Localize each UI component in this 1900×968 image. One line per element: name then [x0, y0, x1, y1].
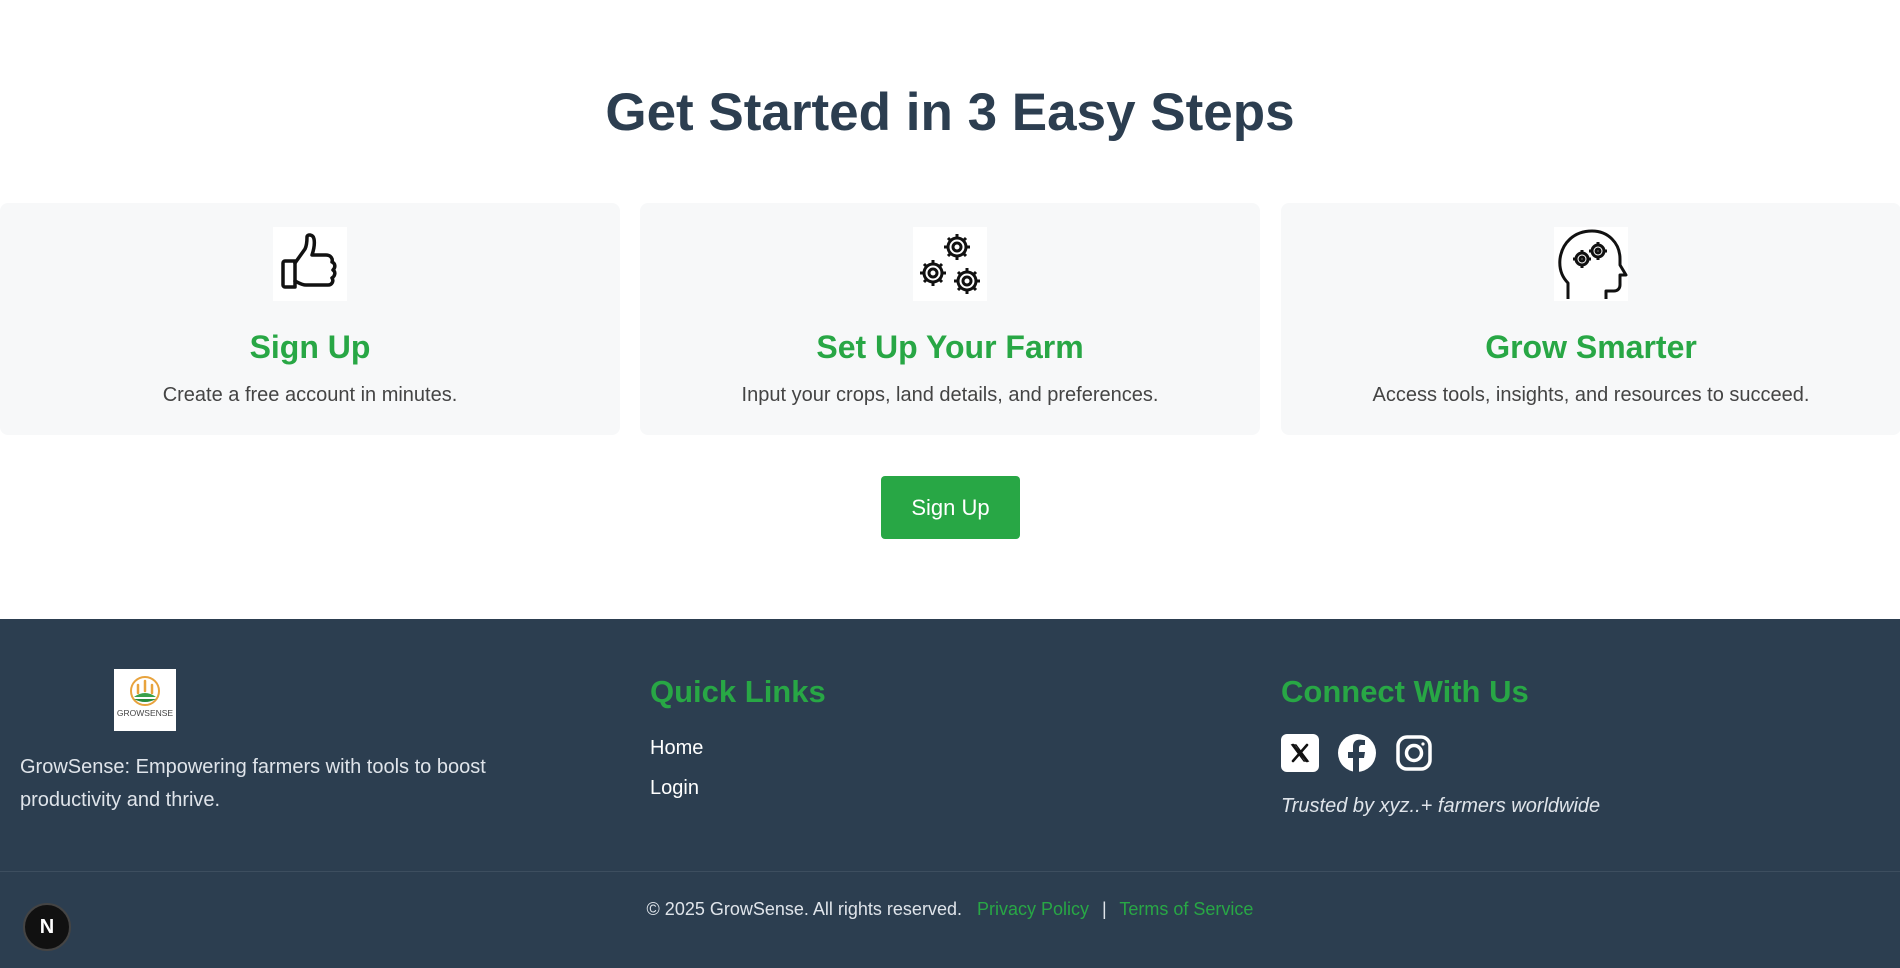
step-description: Create a free account in minutes. [162, 384, 458, 406]
copyright-row: © 2025 GrowSense. All rights reserved. P… [0, 899, 1900, 920]
connect-heading: Connect With Us [1281, 674, 1529, 709]
site-footer: GROWSENSE GrowSense: Empowering farmers … [0, 619, 1900, 968]
steps-section: Get Started in 3 Easy Steps Sign Up Crea… [0, 0, 1900, 619]
link-separator: | [1102, 899, 1107, 919]
thumbs-up-icon [273, 227, 347, 301]
growsense-logo: GROWSENSE [114, 669, 176, 731]
step-title: Sign Up [249, 329, 371, 365]
footer-divider [0, 871, 1900, 872]
terms-of-service-link[interactable]: Terms of Service [1119, 899, 1253, 919]
footer-link-login[interactable]: Login [650, 777, 699, 800]
facebook-icon[interactable] [1338, 734, 1376, 772]
head-gears-icon [1554, 227, 1628, 301]
privacy-policy-link[interactable]: Privacy Policy [977, 899, 1089, 919]
footer-about-text: GrowSense: Empowering farmers with tools… [20, 756, 486, 811]
section-title: Get Started in 3 Easy Steps [605, 83, 1295, 142]
footer-link-home[interactable]: Home [650, 737, 703, 760]
logo-text: GROWSENSE [117, 708, 174, 718]
quick-links-heading: Quick Links [650, 674, 826, 709]
step-card-sign-up: Sign Up Create a free account in minutes… [0, 203, 620, 435]
x-icon[interactable] [1281, 734, 1319, 772]
trusted-text: Trusted by xyz..+ farmers worldwide [1281, 795, 1601, 817]
instagram-icon[interactable] [1395, 734, 1433, 772]
gears-icon [913, 227, 987, 301]
copyright-text: © 2025 GrowSense. All rights reserved. [646, 899, 962, 919]
step-title: Grow Smarter [1485, 329, 1697, 365]
step-title: Set Up Your Farm [816, 329, 1084, 365]
step-card-grow-smarter: Grow Smarter Access tools, insights, and… [1281, 203, 1900, 435]
step-description: Access tools, insights, and resources to… [1372, 384, 1810, 406]
sign-up-button[interactable]: Sign Up [881, 476, 1020, 539]
nextjs-dev-badge[interactable]: N [23, 903, 71, 951]
step-card-set-up-farm: Set Up Your Farm Input your crops, land … [640, 203, 1260, 435]
step-description: Input your crops, land details, and pref… [741, 384, 1159, 406]
